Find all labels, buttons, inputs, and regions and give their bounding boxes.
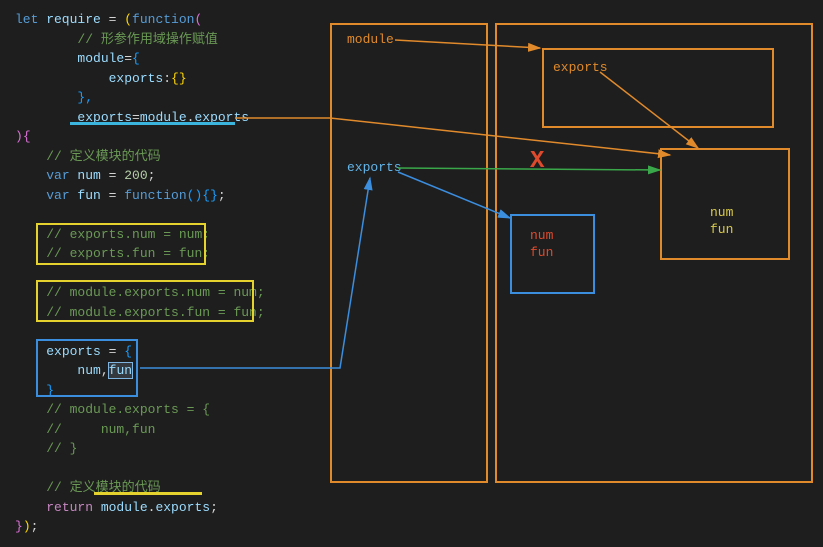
code-line (15, 205, 330, 225)
code-line: var num = 200; (15, 166, 330, 186)
code-line: // exports.fun = fun; (15, 244, 330, 264)
exports-label-left: exports (347, 160, 402, 175)
num-label: num (710, 205, 733, 220)
exports-prop-label: exports (553, 60, 608, 75)
num-red-label: num (530, 228, 553, 243)
scope-box-outer-left (330, 23, 488, 483)
exports-object-box (660, 148, 790, 260)
code-line (15, 322, 330, 342)
code-line: // module.exports.num = num; (15, 283, 330, 303)
code-line: // module.exports.fun = fun; (15, 303, 330, 323)
code-line: module={ (15, 49, 330, 69)
code-line: exports:{} (15, 69, 330, 89)
code-line (15, 459, 330, 479)
underline-exports-param (70, 122, 235, 125)
code-line: // exports.num = num; (15, 225, 330, 245)
code-line: // } (15, 439, 330, 459)
cross-out-icon: X (530, 148, 544, 175)
code-line: var fun = function(){}; (15, 186, 330, 206)
fun-red-label: fun (530, 245, 553, 260)
code-line (15, 264, 330, 284)
module-label: module (347, 32, 394, 47)
fun-label: fun (710, 222, 733, 237)
code-line: } (15, 381, 330, 401)
code-line: // module.exports = { (15, 400, 330, 420)
code-line: num,fun (15, 361, 330, 381)
code-line: exports = { (15, 342, 330, 362)
code-line: ){ (15, 127, 330, 147)
code-line: }, (15, 88, 330, 108)
code-line: }); (15, 517, 330, 537)
code-editor: let require = (function( // 形参作用域操作赋值 mo… (0, 0, 330, 547)
code-line: // 形参作用域操作赋值 (15, 30, 330, 50)
code-line: // num,fun (15, 420, 330, 440)
code-line: return module.exports; (15, 498, 330, 518)
underline-return-exports (94, 492, 202, 495)
code-line: let require = (function( (15, 10, 330, 30)
code-line: // 定义模块的代码 (15, 147, 330, 167)
